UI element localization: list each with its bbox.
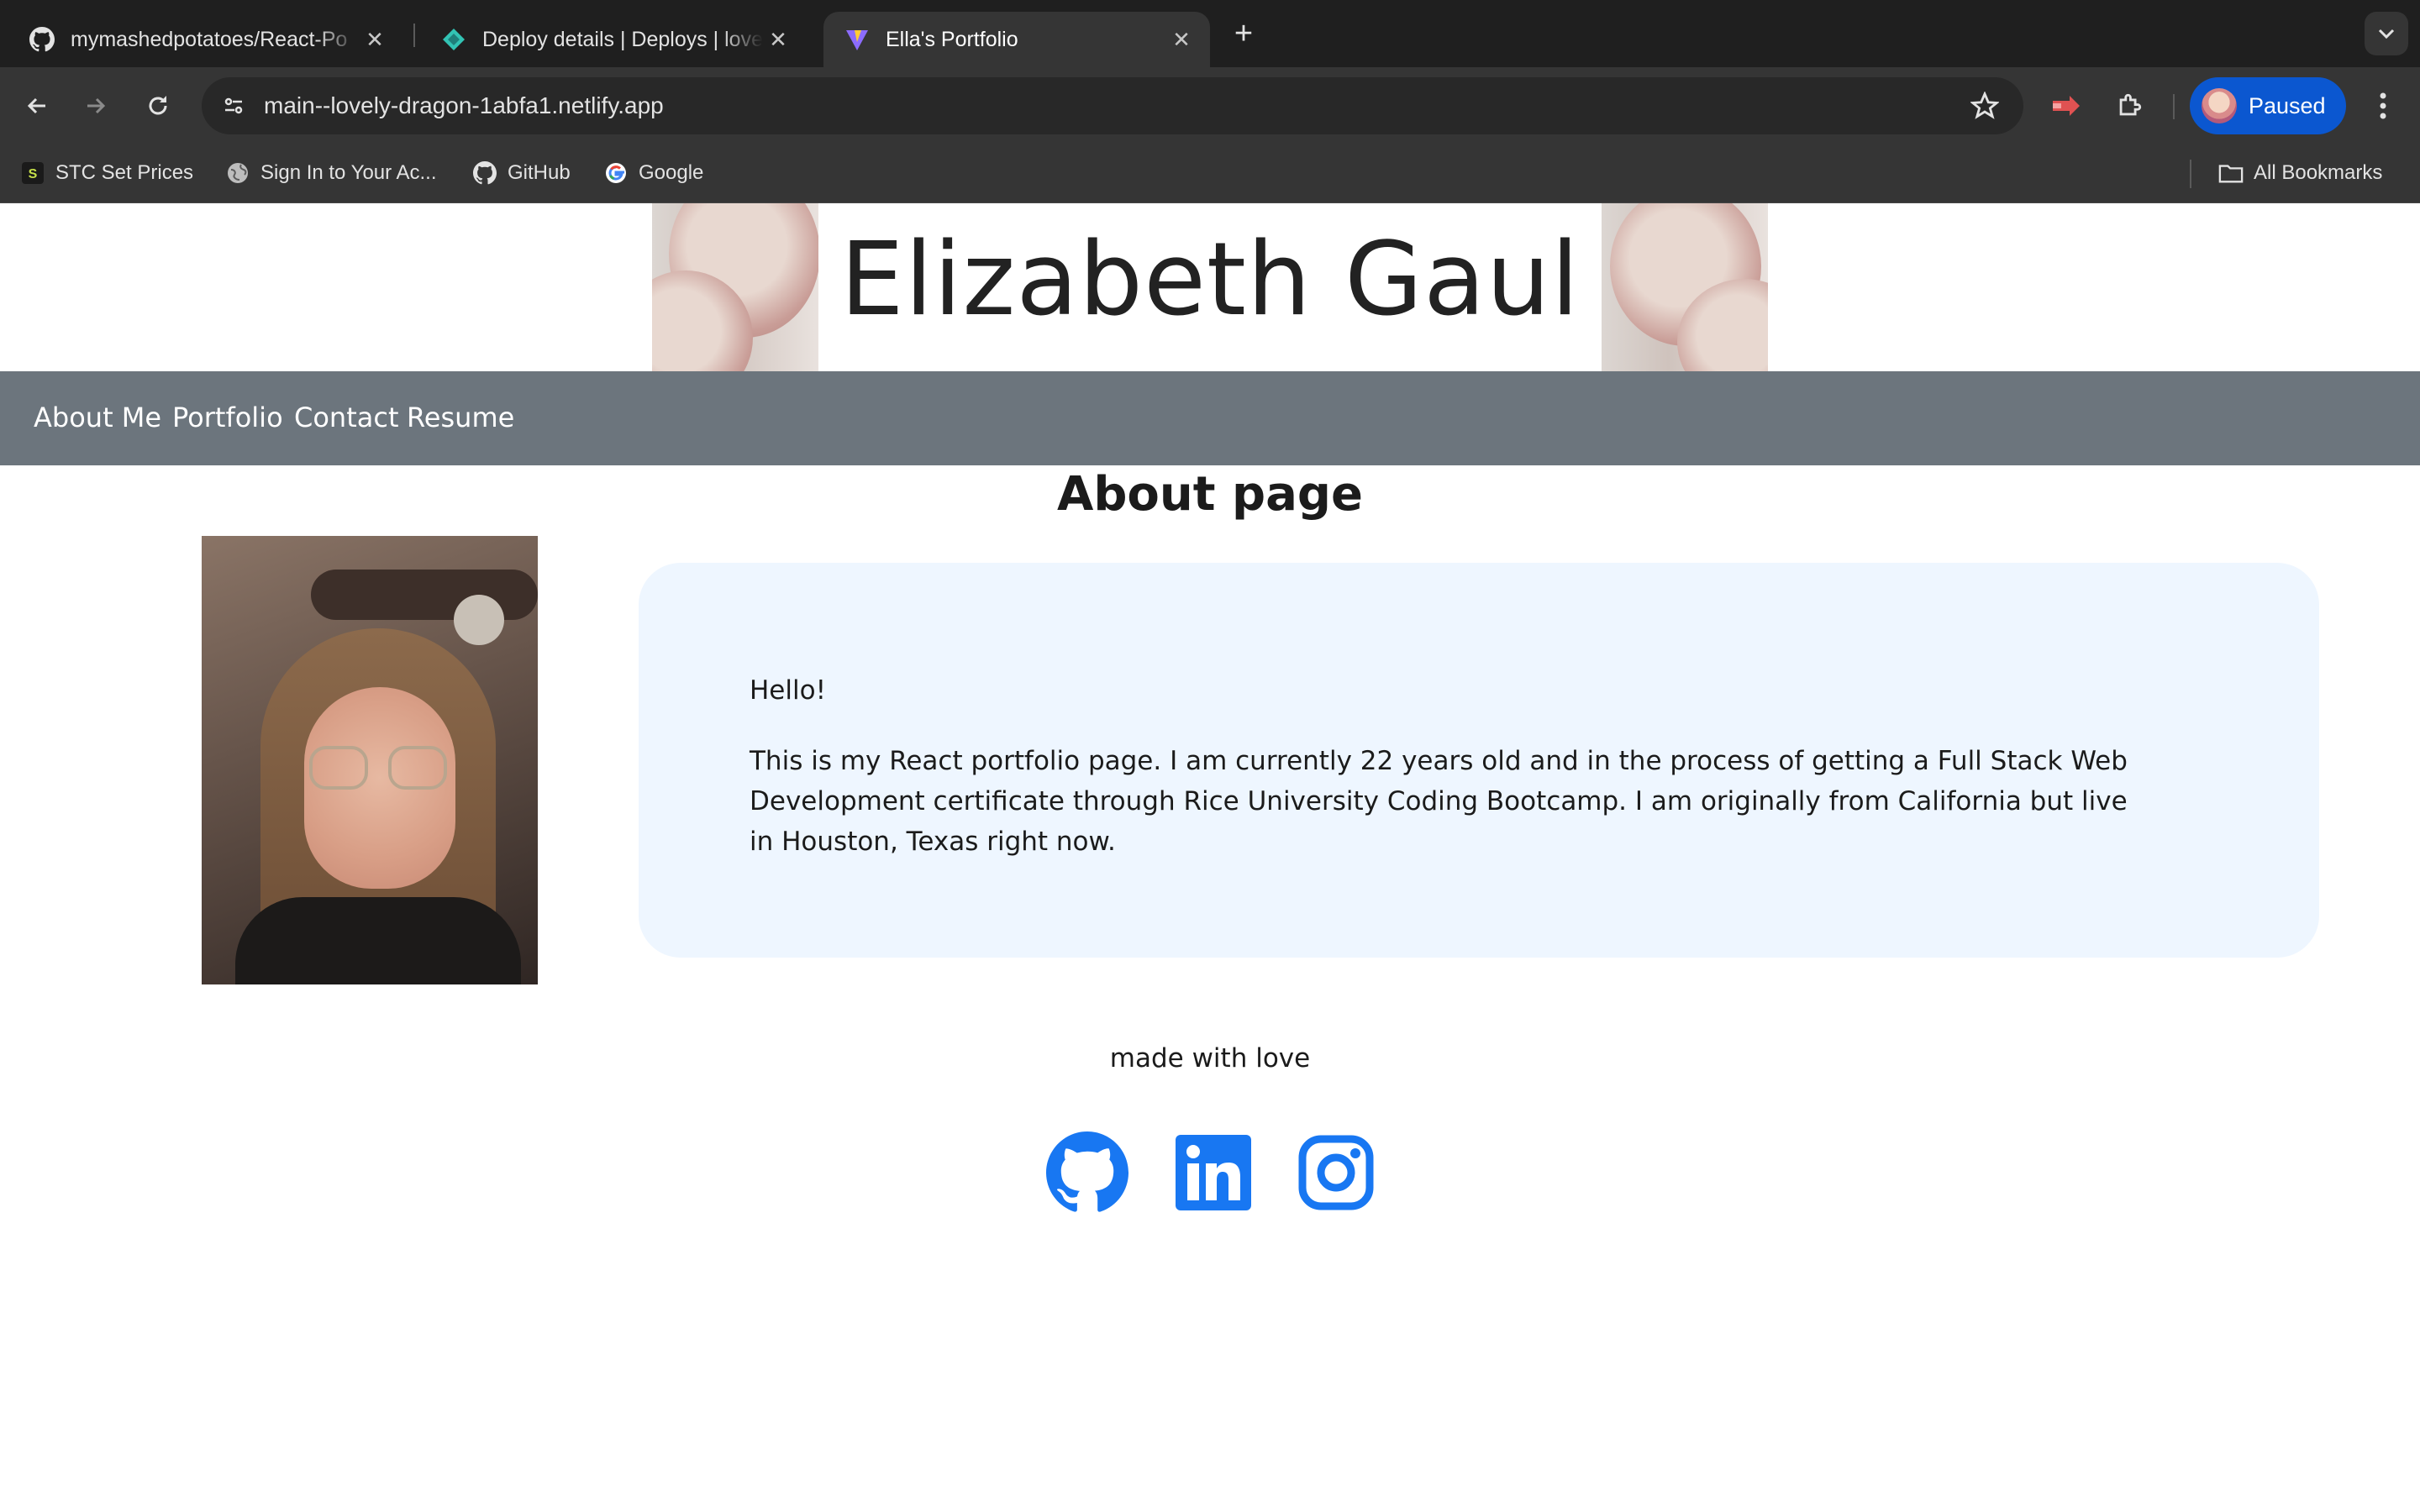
new-tab-button[interactable]: + xyxy=(1227,15,1260,52)
bio-text: This is my React portfolio page. I am cu… xyxy=(750,746,2128,857)
nav-resume[interactable]: Resume xyxy=(407,402,514,433)
bookmark-stc-set-prices[interactable]: S STC Set Prices xyxy=(20,156,193,190)
footer-text: made with love xyxy=(1109,1043,1311,1074)
github-icon xyxy=(1046,1131,1128,1212)
instagram-icon xyxy=(1298,1135,1374,1210)
extensions-puzzle-icon[interactable] xyxy=(2111,87,2148,124)
github-icon xyxy=(472,160,497,186)
all-bookmarks-label: All Bookmarks xyxy=(2254,161,2383,184)
netlify-icon xyxy=(440,26,467,53)
close-icon[interactable]: ✕ xyxy=(360,24,390,55)
tab-title: Ella's Portfolio xyxy=(886,27,1018,51)
forward-button[interactable] xyxy=(77,87,114,124)
chevron-down-icon xyxy=(2378,29,2395,39)
toolbar-separator xyxy=(2173,94,2175,119)
linkedin-link[interactable] xyxy=(1171,1131,1255,1215)
site-navbar: About Me Portfolio Contact Resume xyxy=(0,371,2420,465)
back-button[interactable] xyxy=(18,87,55,124)
bookmark-google[interactable]: Google xyxy=(603,156,703,190)
extension-pin-icon[interactable] xyxy=(2047,87,2084,124)
globe-icon xyxy=(225,160,250,186)
address-bar[interactable]: main--lovely-dragon-1abfa1.netlify.app xyxy=(202,77,2023,134)
tab-title: mymashedpotatoes/React-Po xyxy=(71,27,348,51)
google-icon xyxy=(603,160,629,186)
tab-ellas-portfolio[interactable]: Ella's Portfolio ✕ xyxy=(823,12,1210,67)
site-info-icon[interactable] xyxy=(215,87,252,124)
profile-status: Paused xyxy=(2249,92,2326,118)
bookmarks-separator xyxy=(2190,160,2191,188)
page-heading: About page xyxy=(1057,467,1363,522)
kebab-menu-icon[interactable] xyxy=(2368,87,2398,124)
bookmark-github[interactable]: GitHub xyxy=(472,156,571,190)
tab-search-button[interactable] xyxy=(2365,12,2408,55)
github-link[interactable] xyxy=(1045,1131,1129,1215)
tab-strip: mymashedpotatoes/React-Po ✕ Deploy detai… xyxy=(0,0,2420,67)
avatar xyxy=(2202,88,2237,123)
tab-separator xyxy=(413,24,415,47)
profile-photo xyxy=(202,536,538,984)
vite-icon xyxy=(844,26,871,53)
bookmarks-bar: S STC Set Prices Sign In to Your Ac... G… xyxy=(0,144,2420,203)
tab-title: Deploy details | Deploys | love xyxy=(482,27,763,51)
bookmark-label: GitHub xyxy=(508,161,571,184)
bookmark-label: Sign In to Your Ac... xyxy=(260,161,437,184)
github-icon xyxy=(29,26,55,53)
stc-icon: S xyxy=(20,160,45,186)
linkedin-icon xyxy=(1176,1135,1251,1210)
nav-contact[interactable]: Contact xyxy=(294,402,399,433)
site-header: Elizabeth Gaul xyxy=(0,203,2420,371)
instagram-link[interactable] xyxy=(1294,1131,1378,1215)
tab-netlify[interactable]: Deploy details | Deploys | love ✕ xyxy=(420,12,807,67)
nav-portfolio[interactable]: Portfolio xyxy=(172,402,283,433)
nav-about-me[interactable]: About Me xyxy=(34,402,161,433)
bookmark-label: STC Set Prices xyxy=(55,161,194,184)
svg-text:S: S xyxy=(29,167,38,181)
close-icon[interactable]: ✕ xyxy=(1166,24,1197,55)
all-bookmarks-button[interactable]: All Bookmarks xyxy=(2218,156,2382,190)
forward-arrow-icon xyxy=(87,97,106,114)
reload-icon xyxy=(149,96,167,115)
profile-button[interactable]: Paused xyxy=(2190,77,2346,134)
site-title: Elizabeth Gaul xyxy=(839,222,1581,339)
tab-github[interactable]: mymashedpotatoes/React-Po ✕ xyxy=(8,12,403,67)
url-text[interactable]: main--lovely-dragon-1abfa1.netlify.app xyxy=(264,92,664,119)
bio-greeting: Hello! xyxy=(750,675,827,706)
folder-icon xyxy=(2218,160,2244,186)
bookmark-star-icon[interactable] xyxy=(1968,89,2002,123)
bookmark-sign-in[interactable]: Sign In to Your Ac... xyxy=(225,156,436,190)
back-arrow-icon xyxy=(27,97,45,114)
bio-card: Hello! This is my React portfolio page. … xyxy=(639,563,2319,958)
web-page: Elizabeth Gaul About Me Portfolio Contac… xyxy=(0,203,2420,1512)
browser-toolbar: main--lovely-dragon-1abfa1.netlify.app P… xyxy=(0,67,2420,144)
reload-button[interactable] xyxy=(139,87,176,124)
bookmark-label: Google xyxy=(639,161,704,184)
close-icon[interactable]: ✕ xyxy=(763,24,793,55)
